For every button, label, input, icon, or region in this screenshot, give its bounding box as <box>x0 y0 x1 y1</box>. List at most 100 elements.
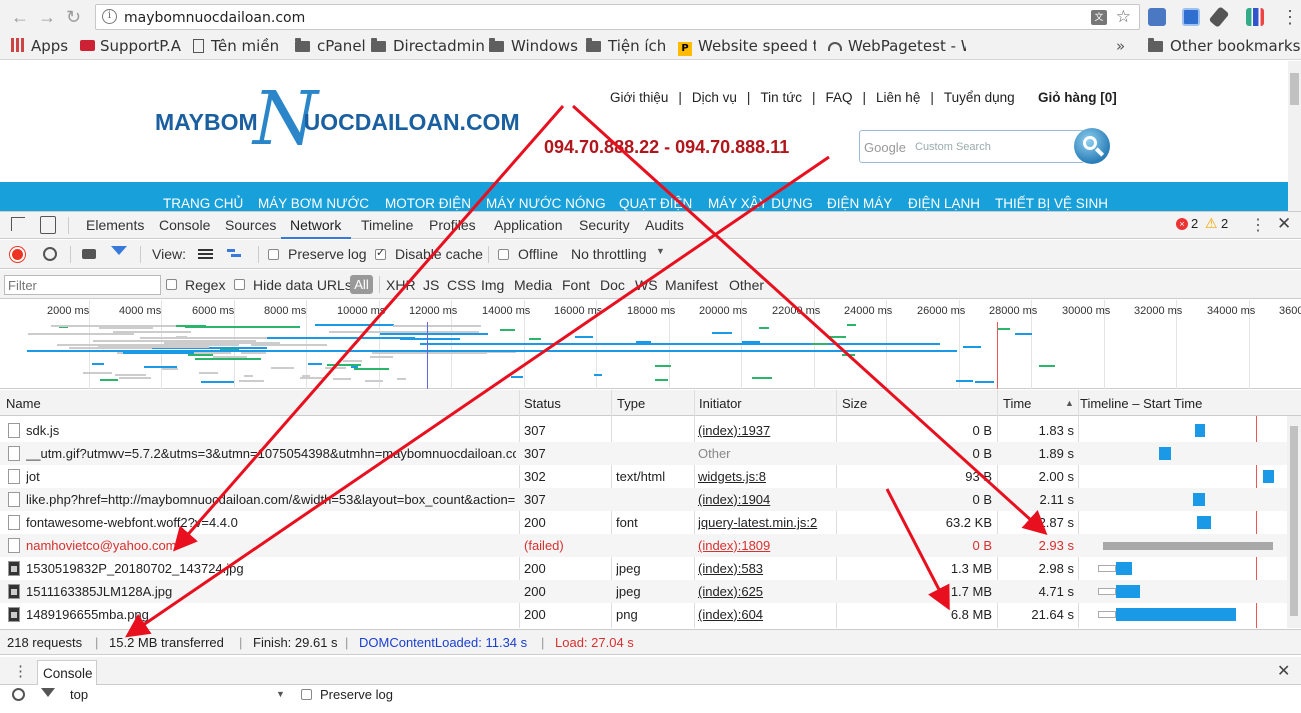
bookmark-directadmin[interactable]: Directadmin <box>371 37 485 55</box>
filter-type-font[interactable]: Font <box>562 277 590 293</box>
large-rows-icon[interactable] <box>198 249 213 260</box>
more-bookmarks-chevron[interactable]: » <box>1116 37 1125 55</box>
inspect-element-icon[interactable] <box>11 217 25 231</box>
device-toolbar-icon[interactable] <box>40 216 56 234</box>
col-status[interactable]: Status <box>524 396 561 411</box>
tab-timeline[interactable]: Timeline <box>361 217 413 233</box>
warning-icon[interactable]: ⚠ <box>1205 215 1218 232</box>
tab-console[interactable]: Console <box>159 217 210 233</box>
overview-waterfall-icon[interactable] <box>227 249 245 260</box>
extension-icon-2[interactable] <box>1182 8 1200 26</box>
bookmark-website-speed[interactable]: P Website speed te <box>678 37 816 56</box>
main-nav-item[interactable]: ĐIỆN LẠNH <box>908 196 980 211</box>
cell-name[interactable]: 1530519832P_20180702_143724.jpg <box>26 561 516 576</box>
cell-initiator[interactable]: jquery-latest.min.js:2 <box>698 515 833 530</box>
scrollbar-thumb[interactable] <box>1290 426 1298 616</box>
sort-ascending-icon[interactable]: ▲ <box>1065 398 1074 408</box>
cell-initiator[interactable]: (index):604 <box>698 607 833 622</box>
clear-icon[interactable] <box>43 247 57 261</box>
main-nav-item[interactable]: ĐIỆN MÁY <box>827 196 892 211</box>
main-nav-item[interactable]: MÁY BƠM NƯỚC <box>258 196 369 211</box>
top-menu-item[interactable]: Tuyển dụng <box>944 90 1015 105</box>
scrollbar-thumb[interactable] <box>1290 73 1299 105</box>
star-icon[interactable]: ☆ <box>1116 7 1131 27</box>
top-menu-item[interactable]: Tin tức <box>760 90 802 105</box>
filter-type-css[interactable]: CSS <box>447 277 476 293</box>
eyedropper-icon[interactable] <box>1208 6 1230 28</box>
cell-initiator[interactable]: widgets.js:8 <box>698 469 833 484</box>
preserve-log-checkbox[interactable] <box>268 249 279 260</box>
cart-link[interactable]: Giỏ hàng [0] <box>1038 90 1117 105</box>
error-count[interactable]: 2 <box>1191 216 1198 231</box>
error-icon[interactable]: × <box>1176 218 1188 230</box>
filter-funnel-icon[interactable] <box>111 246 127 255</box>
extension-icon-3[interactable] <box>1246 8 1264 26</box>
chevron-down-icon[interactable]: ▼ <box>656 246 665 256</box>
table-row[interactable]: sdk.js 307 (index):1937 0 B 1.83 s <box>0 419 1287 442</box>
tab-audits[interactable]: Audits <box>645 217 684 233</box>
cell-name[interactable]: __utm.gif?utmwv=5.7.2&utms=3&utmn=107505… <box>26 446 516 461</box>
col-timeline[interactable]: Timeline – Start Time <box>1080 396 1202 411</box>
cell-initiator[interactable]: (index):1904 <box>698 492 833 507</box>
bookmark-supportpa[interactable]: SupportP.A <box>80 37 181 55</box>
cell-name[interactable]: 1489196655mba.png <box>26 607 516 622</box>
drawer-menu-icon[interactable]: ⋮ <box>13 662 28 680</box>
tab-profiles[interactable]: Profiles <box>429 217 476 233</box>
filter-type-ws[interactable]: WS <box>635 277 658 293</box>
col-initiator[interactable]: Initiator <box>699 396 742 411</box>
filter-type-doc[interactable]: Doc <box>600 277 625 293</box>
bookmark-ten-mien[interactable]: Tên miền <box>193 37 279 55</box>
top-menu-item[interactable]: Dịch vụ <box>692 90 737 105</box>
table-row[interactable]: fontawesome-webfont.woff2?v=4.4.0 200 font… <box>0 511 1287 534</box>
regex-label[interactable]: Regex <box>185 277 225 293</box>
cell-initiator[interactable]: (index):1809 <box>698 538 833 553</box>
filter-type-js[interactable]: JS <box>423 277 439 293</box>
cell-initiator[interactable]: Other <box>698 446 833 461</box>
tab-elements[interactable]: Elements <box>86 217 144 233</box>
tab-sources[interactable]: Sources <box>225 217 276 233</box>
network-overview-timeline[interactable]: 2000 ms 4000 ms 6000 ms 8000 ms 10000 ms 1200… <box>0 300 1301 389</box>
col-size[interactable]: Size <box>842 396 867 411</box>
table-row[interactable]: 1530519832P_20180702_143724.jpg 200 jpeg (i… <box>0 557 1287 580</box>
website-scrollbar[interactable] <box>1288 61 1301 211</box>
table-row[interactable]: 1511163385JLM128A.jpg 200 jpeg (index):625 1… <box>0 580 1287 603</box>
offline-label[interactable]: Offline <box>518 246 558 262</box>
cell-name[interactable]: sdk.js <box>26 423 516 438</box>
close-devtools-icon[interactable]: ✕ <box>1277 214 1291 234</box>
main-nav-item[interactable]: QUẠT ĐIỆN <box>619 196 692 211</box>
bookmark-windows[interactable]: Windows <box>489 37 578 55</box>
filter-type-all[interactable]: All <box>350 275 373 294</box>
throttling-select[interactable]: No throttling <box>571 246 646 262</box>
cell-name[interactable]: 1511163385JLM128A.jpg <box>26 584 516 599</box>
url-text[interactable]: maybomnuocdailoan.com <box>124 10 305 26</box>
table-row[interactable]: __utm.gif?utmwv=5.7.2&utms=3&utmn=107505… <box>0 442 1287 465</box>
table-row[interactable]: namhovietco@yahoo.com (failed) (index):180… <box>0 534 1287 557</box>
table-scrollbar[interactable] <box>1287 416 1301 628</box>
back-arrow-icon[interactable]: ← <box>11 7 29 27</box>
bookmark-cpanel[interactable]: cPanel <box>295 37 366 55</box>
filter-type-xhr[interactable]: XHR <box>386 277 416 293</box>
close-drawer-icon[interactable]: ✕ <box>1277 661 1290 681</box>
filter-type-other[interactable]: Other <box>729 277 764 293</box>
filter-input[interactable] <box>4 275 161 295</box>
filter-type-manifest[interactable]: Manifest <box>665 277 718 293</box>
main-nav-item[interactable]: MÁY XÂY DỰNG <box>708 196 813 211</box>
bookmark-tien-ich[interactable]: Tiện ích <box>586 37 666 55</box>
context-select[interactable]: top <box>70 687 88 702</box>
hide-data-urls-label[interactable]: Hide data URLs <box>253 277 352 293</box>
cell-initiator[interactable]: (index):1937 <box>698 423 833 438</box>
console-preserve-log-label[interactable]: Preserve log <box>320 687 393 702</box>
other-bookmarks[interactable]: Other bookmarks <box>1148 37 1300 55</box>
address-bar[interactable]: i maybomnuocdailoan.com 文 ☆ <box>95 4 1140 30</box>
clear-console-icon[interactable] <box>12 688 25 701</box>
table-row[interactable]: like.php?href=http://maybomnuocdailoan.c… <box>0 488 1287 511</box>
tab-application[interactable]: Application <box>494 217 563 233</box>
tab-security[interactable]: Security <box>579 217 630 233</box>
cell-name[interactable]: namhovietco@yahoo.com <box>26 538 516 553</box>
top-menu-item[interactable]: FAQ <box>826 90 853 105</box>
col-time[interactable]: Time <box>1003 396 1031 411</box>
search-magnifier-icon[interactable] <box>1074 128 1110 164</box>
tab-network[interactable]: Network <box>290 217 341 233</box>
cell-name[interactable]: jot <box>26 469 516 484</box>
bookmark-webpagetest[interactable]: WebPagetest - W <box>828 37 966 55</box>
